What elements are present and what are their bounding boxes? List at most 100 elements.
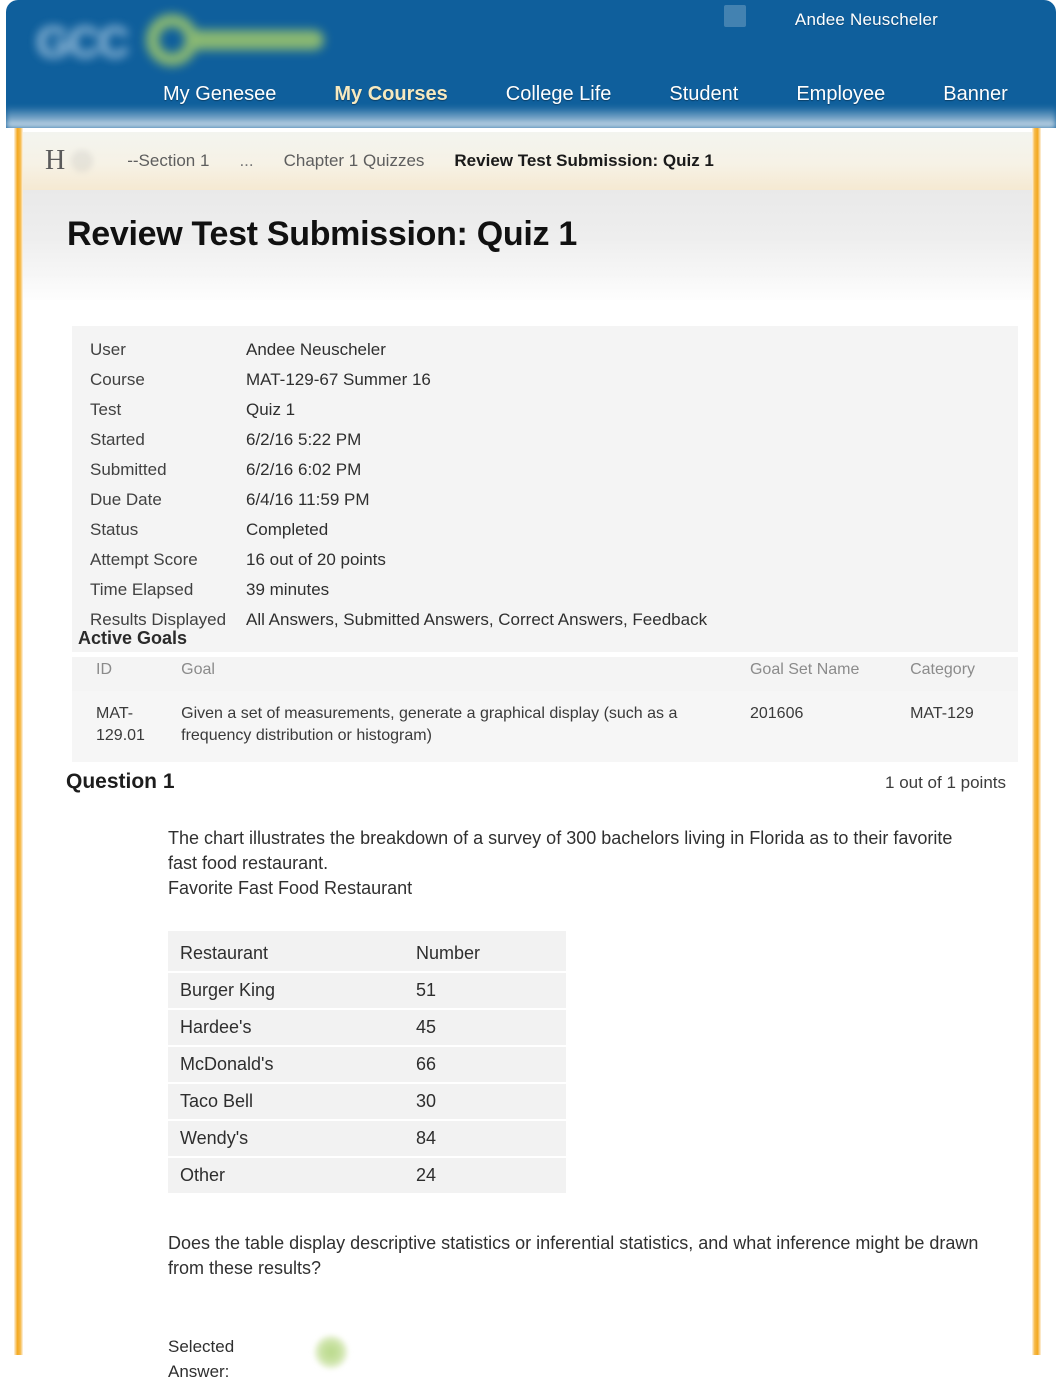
info-row-due-date: Due Date 6/4/16 11:59 PM [72, 490, 1018, 520]
question-label: Question 1 [66, 770, 175, 793]
status-badge: Completed [246, 520, 329, 539]
column-header-goal-set-name: Goal Set Name [741, 657, 903, 691]
table-row: MAT-129.01 Given a set of measurements, … [72, 691, 1018, 763]
submission-info-panel: User Andee Neuscheler Course MAT-129-67 … [72, 326, 1018, 652]
info-value: 6/2/16 5:22 PM [246, 430, 362, 449]
restaurant-count-cell: 66 [400, 1045, 566, 1084]
info-row-course: Course MAT-129-67 Summer 16 [72, 370, 1018, 400]
info-value: 6/2/16 6:02 PM [246, 460, 362, 479]
table-row: Burger King 51 [168, 971, 566, 1010]
info-row-test: Test Quiz 1 [72, 400, 1018, 430]
nav-item-college-life[interactable]: College Life [477, 83, 641, 106]
info-label: Started [90, 430, 145, 449]
info-label: Time Elapsed [90, 580, 194, 599]
table-row: McDonald's 66 [168, 1045, 566, 1084]
table-row: Hardee's 45 [168, 1008, 566, 1047]
user-strip: Andee Neuscheler [795, 0, 1056, 40]
restaurant-name-cell: Wendy's [168, 1119, 400, 1158]
info-value: All Answers, Submitted Answers, Correct … [246, 610, 708, 629]
home-icon[interactable]: H [45, 145, 65, 177]
breadcrumb-item-current: Review Test Submission: Quiz 1 [454, 151, 714, 170]
info-label: Test [90, 400, 122, 419]
breadcrumb-item-chapter-1-quizzes[interactable]: Chapter 1 Quizzes [284, 151, 425, 171]
left-edge-rail [14, 128, 23, 1355]
page-title-band: Review Test Submission: Quiz 1 [23, 190, 1032, 278]
table-row: Taco Bell 30 [168, 1082, 566, 1121]
selected-answer-label: Selected Answer: [168, 1337, 235, 1381]
info-label: User [90, 340, 126, 359]
goal-description-cell: Given a set of measurements, generate a … [173, 691, 742, 763]
column-header-number: Number [400, 930, 566, 973]
column-header-category: Category [902, 657, 1018, 691]
question-prompt: The chart illustrates the breakdown of a… [168, 828, 953, 873]
restaurant-count-cell: 51 [400, 971, 566, 1010]
restaurant-count-cell: 84 [400, 1119, 566, 1158]
restaurant-count-cell: 24 [416, 1164, 437, 1185]
info-row-started: Started 6/2/16 5:22 PM [72, 430, 1018, 460]
college-logo[interactable]: GCC [28, 4, 348, 80]
primary-nav: My Genesee My Courses College Life Stude… [6, 83, 1056, 106]
nav-item-my-genesee[interactable]: My Genesee [134, 83, 305, 106]
restaurant-name-cell: Other [180, 1164, 226, 1185]
column-header-restaurant: Restaurant [168, 930, 400, 973]
column-header-goal: Goal [173, 657, 742, 691]
question-followup-text: Does the table display descriptive stati… [168, 1232, 979, 1278]
goal-category-cell: MAT-129 [902, 691, 1018, 763]
chart-caption: Favorite Fast Food Restaurant [168, 877, 413, 898]
info-label: Attempt Score [90, 550, 198, 569]
content-area: User Andee Neuscheler Course MAT-129-67 … [23, 300, 1032, 1381]
table-header-row: ID Goal Goal Set Name Category [72, 657, 1018, 691]
active-goals-section: Active Goals ID Goal Goal Set Name Categ… [72, 628, 1018, 763]
info-value: 6/4/16 11:59 PM [246, 490, 370, 509]
restaurant-data-table: Restaurant Number Burger King 51 Hardee'… [168, 930, 566, 1193]
column-header-id: ID [72, 657, 174, 691]
question-body: The chart illustrates the breakdown of a… [23, 826, 1032, 1384]
user-avatar[interactable] [724, 5, 746, 27]
info-label: Submitted [90, 460, 167, 479]
page-frame: GCC Andee Neuscheler My Genesee My Cours… [0, 0, 1062, 1381]
goal-set-name-cell: 201606 [741, 691, 903, 763]
nav-item-employee[interactable]: Employee [767, 83, 914, 106]
restaurant-name-cell: McDonald's [168, 1045, 400, 1084]
restaurant-name-cell: Hardee's [168, 1008, 400, 1047]
page-title: Review Test Submission: Quiz 1 [67, 214, 577, 253]
logo-wordmark: GCC [36, 18, 130, 67]
nav-item-banner[interactable]: Banner [914, 83, 1037, 106]
logo-bar-shape [186, 30, 324, 50]
active-goals-table: ID Goal Goal Set Name Category MAT-129.0… [72, 657, 1018, 763]
table-header-row: Restaurant Number [168, 930, 566, 973]
user-name-label[interactable]: Andee Neuscheler [795, 10, 938, 30]
nav-item-my-courses[interactable]: My Courses [305, 83, 476, 106]
info-label: Results Displayed [90, 610, 227, 629]
selected-answer-row: Selected Answer: [168, 1335, 992, 1384]
site-masthead: GCC Andee Neuscheler My Genesee My Cours… [6, 0, 1056, 128]
question-block: Question 1 1 out of 1 points The chart i… [23, 770, 1032, 1384]
right-edge-rail [1032, 128, 1041, 1355]
info-row-user: User Andee Neuscheler [72, 340, 1018, 370]
question-points: 1 out of 1 points [885, 773, 1006, 792]
active-goals-heading: Active Goals [78, 628, 188, 648]
info-value: 39 minutes [246, 580, 330, 599]
question-header: Question 1 1 out of 1 points [23, 770, 1032, 794]
restaurant-name-cell: Taco Bell [168, 1082, 400, 1121]
info-label: Due Date [90, 490, 162, 509]
breadcrumb: H --Section 1 ... Chapter 1 Quizzes Revi… [23, 132, 1032, 190]
nav-item-student[interactable]: Student [640, 83, 767, 106]
breadcrumb-item-ellipsis[interactable]: ... [239, 151, 253, 171]
restaurant-count-cell: 45 [400, 1008, 566, 1047]
breadcrumb-item-section-1[interactable]: --Section 1 [127, 151, 209, 171]
info-row-submitted: Submitted 6/2/16 6:02 PM [72, 460, 1018, 490]
goal-id-cell: MAT-129.01 [72, 691, 174, 763]
info-label: Course [90, 370, 145, 389]
info-value: MAT-129-67 Summer 16 [246, 370, 431, 389]
restaurant-name-cell: Burger King [168, 971, 400, 1010]
info-row-time-elapsed: Time Elapsed 39 minutes [72, 580, 1018, 610]
info-value: Andee Neuscheler [246, 340, 386, 359]
table-row: Other 24 [168, 1157, 566, 1193]
info-value: Quiz 1 [246, 400, 296, 419]
table-row: Wendy's 84 [168, 1119, 566, 1158]
restaurant-count-cell: 30 [400, 1082, 566, 1121]
breadcrumb-decoration-icon [71, 150, 94, 172]
info-value: 16 out of 20 points [246, 550, 386, 569]
info-label: Status [90, 520, 139, 539]
